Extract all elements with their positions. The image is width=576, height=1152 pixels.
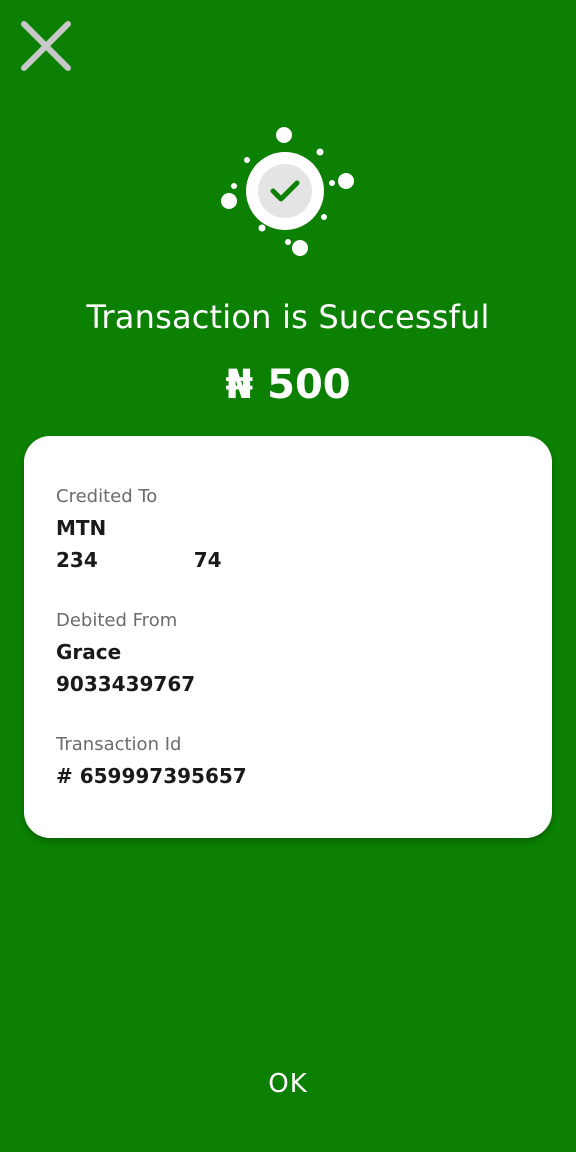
success-check-illustration xyxy=(212,120,362,265)
close-icon xyxy=(21,21,71,71)
transaction-id-value: # 659997395657 xyxy=(56,764,247,788)
transaction-amount: ₦ 500 xyxy=(225,362,351,408)
debited-from-section: Debited From Grace 9033439767 xyxy=(56,610,195,696)
credited-to-number-wrapper: 234 74 xyxy=(56,548,222,572)
credited-to-number-tail: 74 xyxy=(193,548,222,572)
credited-to-label: Credited To xyxy=(56,486,158,507)
debited-from-label: Debited From xyxy=(56,610,178,631)
transaction-success-screen: Transaction is Successful ₦ 500 Credited… xyxy=(0,0,576,1152)
credited-to-section: Credited To MTN 234 74 xyxy=(56,486,222,572)
check-icon xyxy=(221,127,354,256)
debited-from-number: 9033439767 xyxy=(56,672,196,696)
status-title: Transaction is Successful xyxy=(86,298,490,336)
ok-button[interactable]: OK xyxy=(238,1060,338,1108)
transaction-details-card: Credited To MTN 234 74 Debited From Grace… xyxy=(24,436,552,838)
transaction-id-label: Transaction Id xyxy=(56,734,182,755)
credited-to-number-value: 234 74 xyxy=(56,548,222,572)
credited-to-number: 234 74 xyxy=(56,548,222,572)
debited-from-name: Grace xyxy=(56,640,122,664)
transaction-id-section: Transaction Id # 659997395657 xyxy=(56,734,247,788)
close-button[interactable] xyxy=(18,18,74,74)
credited-to-name: MTN xyxy=(56,516,107,540)
credited-to-number-head: 234 xyxy=(56,548,98,572)
